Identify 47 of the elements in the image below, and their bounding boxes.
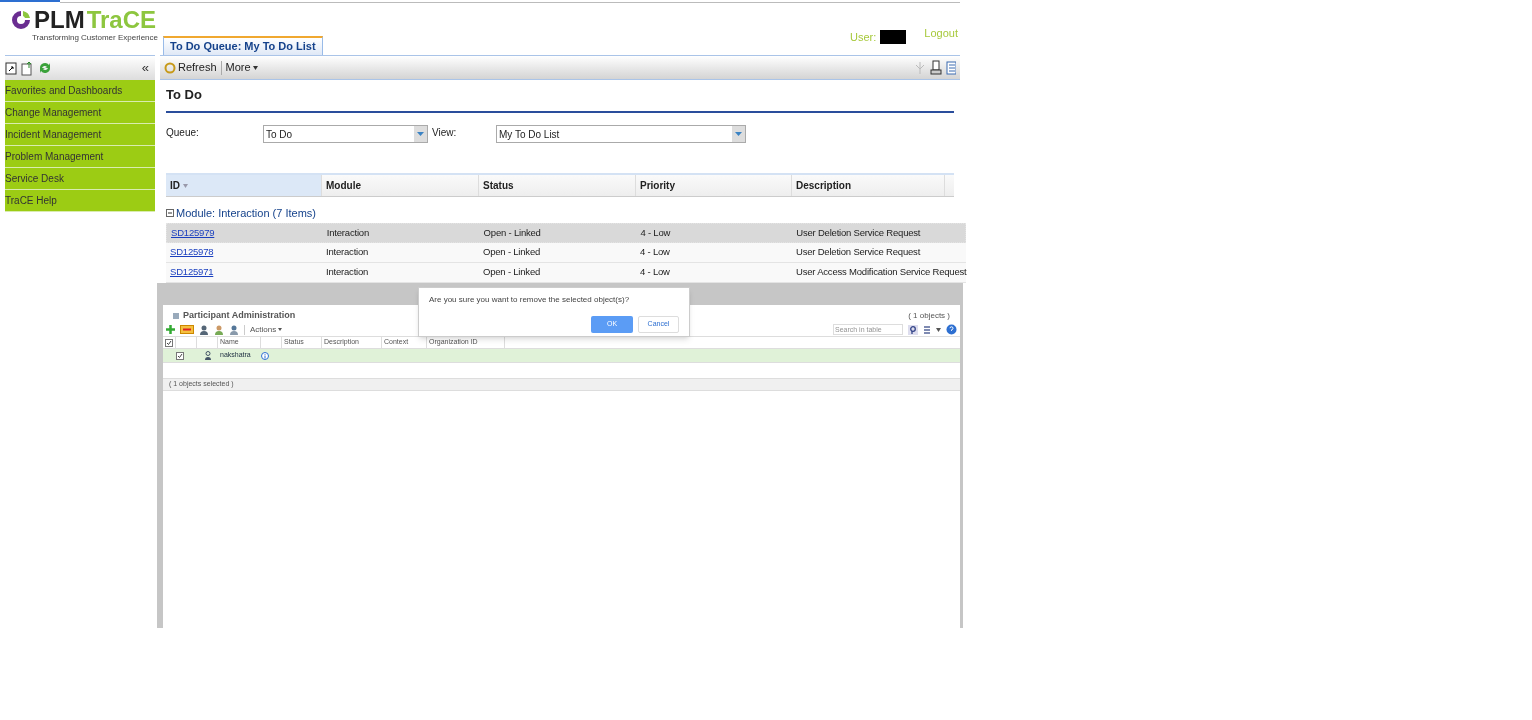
column-header[interactable]: Priority bbox=[636, 175, 792, 196]
logo-text: TraCE bbox=[86, 8, 157, 32]
table-cell-text: Open - Linked bbox=[482, 265, 542, 280]
column-header[interactable]: Status bbox=[479, 175, 636, 196]
more-menu-button[interactable]: More bbox=[225, 59, 258, 76]
refresh-button[interactable]: Refresh bbox=[164, 59, 217, 76]
table-cell-text: Open - Linked bbox=[482, 245, 542, 260]
table-row[interactable]: SD125978 Interaction Open - Linked 4 - Low User Deletion Service Request bbox=[166, 243, 966, 263]
table-cell-text: Interaction bbox=[325, 265, 370, 280]
group-label[interactable]: Module: Interaction (7 Items) bbox=[176, 204, 316, 222]
sidebar-item[interactable]: TraCE Help bbox=[5, 190, 155, 212]
id-link[interactable]: SD125978 bbox=[166, 245, 322, 260]
filter-label: Queue: bbox=[166, 126, 200, 140]
id-link[interactable]: SD125971 bbox=[166, 265, 322, 280]
sidebar-item[interactable]: Problem Management bbox=[5, 146, 155, 168]
table-cell-text: User Deletion Service Request bbox=[795, 225, 922, 240]
user-label: User: bbox=[850, 30, 877, 45]
id-link[interactable]: SD125979 bbox=[167, 225, 323, 241]
sidebar-item[interactable]: Incident Management bbox=[5, 124, 155, 146]
page-title: To Do bbox=[166, 86, 203, 104]
table-row[interactable]: SD125979 Interaction Open - Linked 4 - Low User Deletion Service Request bbox=[166, 223, 966, 243]
panel-title: Participant Administration bbox=[183, 309, 296, 323]
tab[interactable]: To Do Queue: My To Do List bbox=[163, 36, 323, 55]
table-cell-text: 4 - Low bbox=[639, 265, 671, 280]
table-cell-text: Interaction bbox=[325, 225, 370, 240]
logo-text: PLM bbox=[34, 8, 85, 32]
table-cell-text: 4 - Low bbox=[639, 245, 671, 260]
table-cell-text: User Access Modification Service Request bbox=[795, 265, 965, 280]
sidebar-item[interactable]: Service Desk bbox=[5, 168, 155, 190]
logo-tagline: Transforming Customer Experience bbox=[31, 32, 159, 44]
table-cell-text: Open - Linked bbox=[482, 225, 542, 240]
column-header[interactable]: ID bbox=[166, 175, 322, 196]
table-cell-text: User Deletion Service Request bbox=[795, 245, 922, 260]
object-count: ( 1 objects ) bbox=[908, 310, 950, 322]
dialog-message: Are you sure you want to remove the selected object(s)? bbox=[429, 294, 631, 306]
column-header[interactable]: Description bbox=[792, 175, 945, 196]
collapse-button[interactable]: « bbox=[141, 58, 149, 78]
actions-menu-button[interactable]: Actions bbox=[250, 323, 283, 336]
filter-label: View: bbox=[432, 126, 458, 140]
dropdown[interactable]: To Do bbox=[263, 125, 428, 143]
table-cell-text: Interaction bbox=[325, 245, 370, 260]
table-row[interactable]: SD125971 Interaction Open - Linked 4 - Low User Access Modification Service Request bbox=[166, 263, 966, 283]
column-header[interactable]: Module bbox=[322, 175, 479, 196]
table-cell-text: 4 - Low bbox=[639, 225, 672, 240]
dropdown[interactable]: My To Do List bbox=[496, 125, 746, 143]
sidebar-item[interactable]: Favorites and Dashboards bbox=[5, 80, 155, 102]
sidebar-item[interactable]: Change Management bbox=[5, 102, 155, 124]
